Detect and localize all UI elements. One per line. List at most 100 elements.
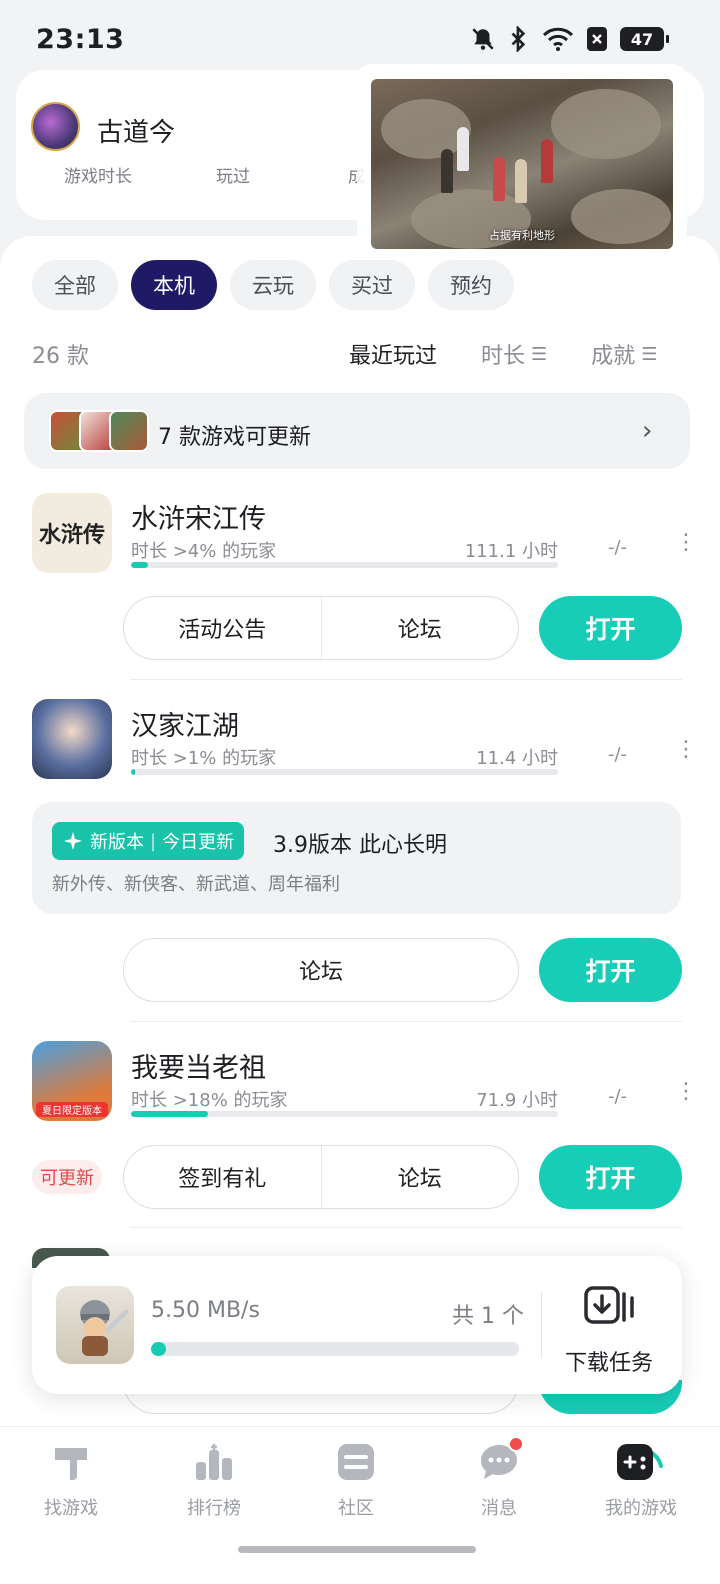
row-divider [130, 679, 682, 680]
game-playtime-rank: 时长 >18% 的玩家 [131, 1090, 288, 1111]
game-icon-hanjia[interactable] [32, 699, 112, 779]
stat-label-playtime: 游戏时长 [64, 167, 132, 187]
download-game-icon [56, 1286, 134, 1364]
filter-tabs: 全部 本机 云玩 买过 预约 [32, 260, 514, 310]
news-title: 3.9版本 此心长明 [273, 833, 447, 858]
open-button[interactable]: 打开 [539, 596, 682, 660]
sort-duration[interactable]: 时长 ☰ [481, 338, 547, 370]
playtime-bar-fill [131, 1111, 208, 1117]
game-title[interactable]: 水浒宋江传 [131, 497, 266, 536]
more-options-icon[interactable]: ⋮ [675, 532, 697, 554]
game-action-group: 活动公告 论坛 [123, 596, 519, 660]
game-title[interactable]: 我要当老祖 [131, 1046, 266, 1085]
row-divider [130, 1021, 682, 1022]
forum-button[interactable]: 论坛 [320, 1146, 519, 1208]
game-playtime-rank: 时长 >4% 的玩家 [131, 541, 277, 562]
tab-reserved[interactable]: 预约 [428, 260, 514, 310]
sim-off-icon [586, 26, 608, 52]
download-tasks-icon[interactable] [584, 1284, 636, 1332]
updatable-tag: 可更新 [32, 1160, 102, 1194]
game-achievement: -/- [608, 537, 628, 558]
game-icon-laozu[interactable]: 夏日限定版本 [32, 1041, 112, 1121]
game-count: 26 款 [32, 344, 89, 369]
sort-achievement-label: 成就 [591, 344, 636, 369]
find-games-icon [55, 1448, 87, 1480]
row-divider [130, 1227, 682, 1228]
tab-local[interactable]: 本机 [131, 260, 217, 310]
game-playtime-rank: 时长 >1% 的玩家 [131, 748, 277, 769]
more-options-icon[interactable]: ⋮ [675, 1081, 697, 1103]
ranking-icon [196, 1444, 232, 1480]
new-version-badge: 新版本 | 今日更新 [52, 822, 245, 860]
playtime-bar-fill [131, 562, 149, 568]
nav-label: 找游戏 [44, 1498, 98, 1519]
download-speed: 5.50 MB/s [151, 1298, 260, 1323]
sort-duration-label: 时长 [481, 344, 526, 369]
badge-new-label: 新版本 [90, 832, 144, 853]
status-time: 23:13 [36, 24, 125, 55]
username: 古道今 [97, 118, 176, 148]
game-icon-shuihu[interactable]: 水浒传 [32, 493, 112, 573]
video-caption: 占据有利地形 [489, 229, 555, 242]
forum-button[interactable]: 论坛 [320, 597, 519, 659]
badge-today-label: 今日更新 [162, 832, 235, 853]
game-thumb [109, 410, 149, 452]
update-banner-text: 7 款游戏可更新 [158, 425, 311, 450]
avatar[interactable] [31, 102, 80, 151]
wifi-icon [542, 27, 574, 51]
game-icon-text: 水浒传 [38, 522, 105, 548]
nav-label: 消息 [481, 1498, 517, 1519]
playtime-bar [131, 1111, 558, 1117]
badge-separator: | [150, 830, 157, 852]
game-icon-caption: 夏日限定版本 [36, 1102, 108, 1117]
tab-purchased[interactable]: 买过 [329, 260, 415, 310]
checkin-reward-button[interactable]: 签到有礼 [124, 1146, 321, 1208]
game-action-group: 签到有礼 论坛 [123, 1145, 519, 1209]
open-button[interactable]: 打开 [539, 938, 682, 1002]
bluetooth-icon [508, 26, 530, 52]
nav-ranking[interactable]: 排行榜 [164, 1440, 264, 1520]
unread-dot [508, 1436, 524, 1452]
playtime-bar [131, 562, 558, 568]
nav-community[interactable]: 社区 [306, 1440, 406, 1520]
game-hours: 71.9 小时 [476, 1090, 558, 1111]
nav-label: 我的游戏 [605, 1498, 677, 1519]
knight-icon [80, 1300, 129, 1356]
community-icon [338, 1444, 374, 1480]
sort-icon: ☰ [531, 343, 548, 365]
mute-bell-icon [470, 26, 496, 52]
game-achievement: -/- [608, 1086, 628, 1107]
announcement-button[interactable]: 活动公告 [124, 597, 321, 659]
download-tasks-label[interactable]: 下载任务 [565, 1345, 653, 1377]
sort-achievement[interactable]: 成就 ☰ [591, 338, 657, 370]
battery-indicator: 47 [620, 27, 669, 51]
sort-recent[interactable]: 最近玩过 [349, 338, 437, 370]
sparkle-icon [63, 831, 83, 851]
tab-all[interactable]: 全部 [32, 260, 118, 310]
forum-button[interactable]: 论坛 [124, 939, 518, 1001]
news-description: 新外传、新侠客、新武道、周年福利 [52, 874, 340, 895]
download-progress-bar [151, 1342, 519, 1356]
sort-recent-label: 最近玩过 [349, 344, 438, 369]
open-button[interactable]: 打开 [539, 1145, 682, 1209]
sort-options: 最近玩过 时长 ☰ 成就 ☰ [349, 338, 657, 370]
more-options-icon[interactable]: ⋮ [675, 739, 697, 761]
download-total: 共 1 个 [452, 1304, 524, 1329]
status-icons: 47 [470, 26, 669, 52]
playtime-bar [131, 769, 558, 775]
chevron-right-icon: › [642, 416, 653, 446]
video-pip[interactable]: 占据有利地形 [371, 79, 673, 249]
home-indicator [238, 1546, 476, 1553]
nav-messages[interactable]: 消息 [449, 1440, 549, 1520]
nav-my-games[interactable]: 我的游戏 [591, 1440, 691, 1520]
download-progress-fill [151, 1342, 166, 1356]
download-divider [541, 1292, 542, 1358]
tab-cloud[interactable]: 云玩 [230, 260, 316, 310]
game-title[interactable]: 汉家江湖 [131, 704, 239, 743]
game-hours: 11.4 小时 [476, 748, 558, 769]
playtime-bar-fill [131, 769, 136, 775]
game-achievement: -/- [608, 744, 628, 765]
nav-find-games[interactable]: 找游戏 [21, 1440, 121, 1520]
nav-label: 排行榜 [187, 1498, 241, 1519]
stat-label-played: 玩过 [216, 167, 250, 187]
